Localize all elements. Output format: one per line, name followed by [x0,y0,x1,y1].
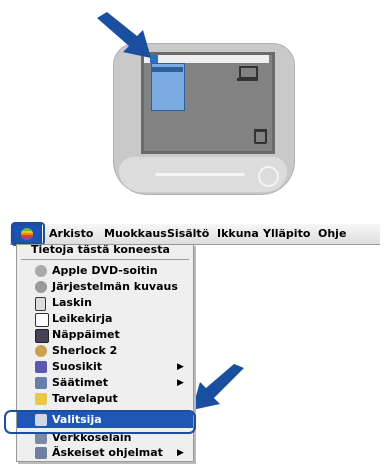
menu-muokkaus[interactable]: Muokkaus [104,226,167,242]
menu-item-stickies[interactable]: Tarvelaput [17,391,193,407]
menu-ikkuna[interactable]: Ikkuna [217,226,259,242]
menu-item-dvd-player[interactable]: Apple DVD-soitin [17,263,193,279]
dvd-icon [35,265,47,277]
submenu-arrow-icon: ▶ [177,448,184,458]
menu-item-calculator[interactable]: Laskin [17,295,193,311]
menu-item-scrapbook[interactable]: Leikekirja [17,311,193,327]
monitor-slot [155,173,245,176]
mini-selection [151,67,183,72]
pointer-arrow-icon [190,364,248,414]
menu-ohje[interactable]: Ohje [318,226,346,242]
stickies-icon [35,393,47,405]
menu-item-favorites[interactable]: Suosikit ▶ [17,359,193,375]
calculator-icon [35,297,46,311]
menu-separator [21,259,189,260]
system-profile-icon [35,281,47,293]
submenu-arrow-icon: ▶ [177,362,184,372]
pointer-arrow-icon [93,12,153,62]
control-panels-icon [35,377,47,389]
recent-apps-icon [35,447,47,459]
menu-sisalto[interactable]: Sisältö [167,226,209,242]
menu-arkisto[interactable]: Arkisto [49,226,93,242]
menu-item-key-caps[interactable]: Näppäimet [17,327,193,343]
hard-disk-icon-base [237,78,258,81]
trash-icon [254,129,267,144]
monitor-power-button [258,166,279,187]
menu-item-system-profile[interactable]: Järjestelmän kuvaus [17,279,193,295]
submenu-arrow-icon: ▶ [177,378,184,388]
apple-logo-icon [21,228,33,240]
menu-yllapito[interactable]: Ylläpito [263,226,310,242]
menu-item-recent-apps[interactable]: Äskeiset ohjelmat ▶ [17,445,193,461]
sherlock-icon [35,345,47,357]
menu-item-control-panels[interactable]: Säätimet ▶ [17,375,193,391]
scrapbook-icon [35,313,49,327]
mini-menubar [144,55,269,63]
selection-highlight-outline [4,410,196,434]
key-caps-icon [35,329,49,343]
favorites-icon [35,361,47,373]
menu-item-about[interactable]: Tietoja tästä koneesta [17,242,193,258]
menu-item-sherlock[interactable]: Sherlock 2 [17,343,193,359]
